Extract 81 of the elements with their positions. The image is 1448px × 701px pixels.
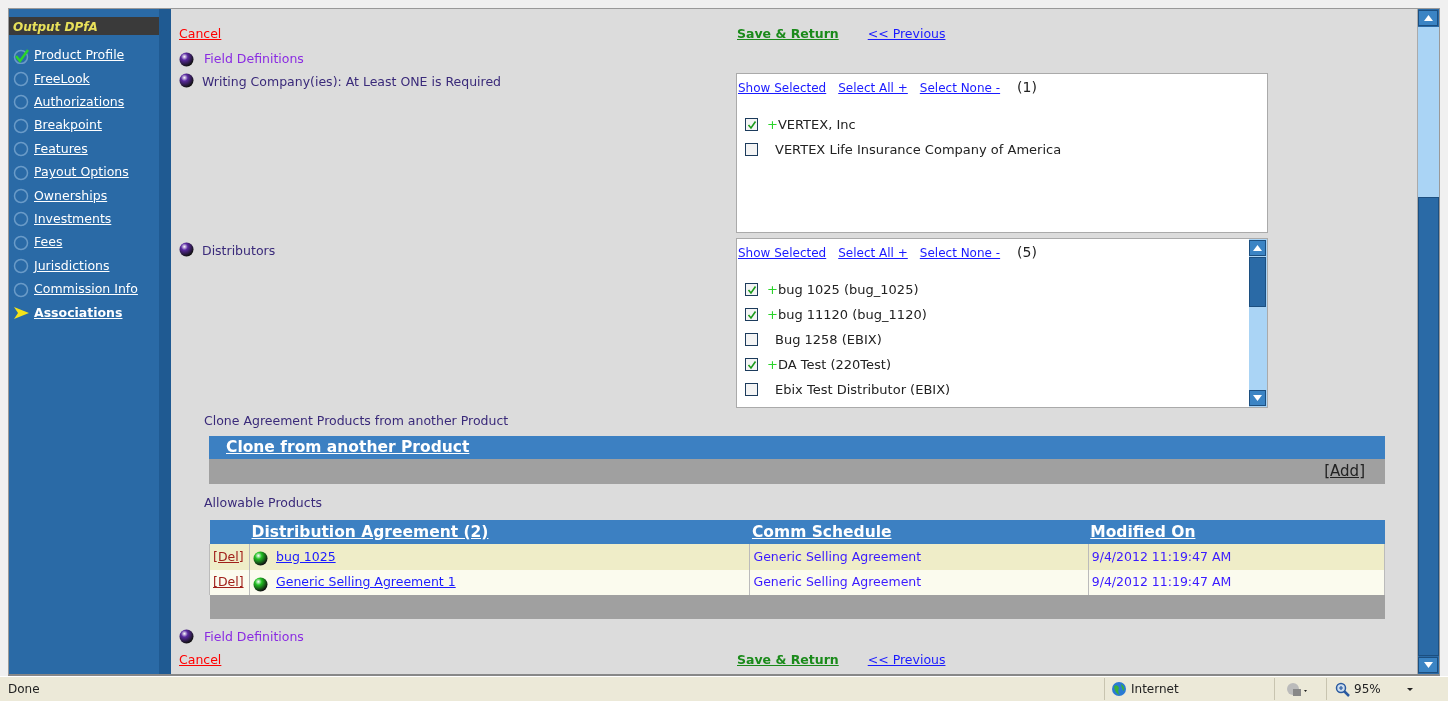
status-text: Done	[7, 681, 41, 698]
save-return-link[interactable]: Save & Return	[737, 650, 839, 670]
nav-link-item[interactable]: Fees	[34, 233, 63, 253]
cancel-link[interactable]: Cancel	[179, 25, 737, 45]
bullet-icon	[179, 73, 194, 89]
save-return-link[interactable]: Save & Return	[737, 25, 839, 45]
section-label: Clone Agreement Products from another Product	[204, 412, 510, 431]
clone-link[interactable]: Clone from another Product	[226, 435, 470, 459]
checkbox[interactable]	[745, 118, 758, 132]
checkbox[interactable]	[745, 333, 758, 347]
field-label: Distributors	[202, 242, 276, 261]
scroll-down-button[interactable]	[1418, 657, 1438, 673]
bullet-icon	[179, 242, 194, 258]
scroll-thumb[interactable]	[1418, 197, 1439, 656]
option-label: VERTEX Life Insurance Company of America	[774, 141, 1062, 160]
nav-link-item[interactable]: Ownerships	[34, 186, 108, 206]
field-label: Writing Company(ies): At Least ONE is Required	[202, 73, 502, 92]
sidebar-title: Output DPfA	[9, 17, 159, 35]
scroll-up-button[interactable]	[1418, 10, 1438, 26]
selected-count: (5)	[1017, 243, 1037, 263]
nav-link-item[interactable]: Authorizations	[34, 93, 125, 112]
nav-link-item[interactable]: Commission Info	[34, 280, 138, 299]
help-icon	[179, 52, 194, 68]
column-header: Modified On	[1088, 520, 1385, 545]
column-header: Distribution Agreement (2)	[249, 520, 750, 545]
add-link[interactable]: [Add]	[1324, 460, 1365, 483]
field-definitions-link[interactable]: Field Definitions	[204, 50, 304, 70]
list-action-link[interactable]: Select None -	[919, 78, 1001, 97]
checkbox[interactable]	[745, 383, 758, 397]
option-label: +bug 1025 (bug_1025)	[767, 281, 919, 300]
table-cell: Generic Selling Agreement	[749, 544, 1089, 570]
list-action-link[interactable]: Select All +	[838, 243, 908, 262]
checkbox[interactable]	[745, 143, 758, 157]
option-label: Ebix Test Distributor (EBIX)	[774, 381, 951, 400]
agreement-link[interactable]: Generic Selling Agreement 1	[276, 573, 456, 592]
scroll-up-button[interactable]	[1249, 240, 1266, 257]
option-label: +DA Test (220Test)	[767, 356, 891, 375]
zone-text: Internet	[1131, 681, 1179, 698]
delete-link[interactable]: [Del]	[213, 548, 244, 564]
status-icon	[253, 576, 269, 592]
list-action-link[interactable]: Select None -	[919, 243, 1001, 262]
previous-link[interactable]: << Previous	[867, 25, 946, 45]
down-arrow-icon	[1423, 662, 1433, 668]
table-cell: 9/4/2012 11:19:47 AM	[1088, 544, 1385, 570]
checkbox[interactable]	[745, 358, 758, 372]
option-label: +bug 11120 (bug_1120)	[767, 306, 927, 325]
nav-link-item[interactable]: Payout Options	[34, 163, 129, 182]
column-header: Comm Schedule	[749, 520, 1089, 545]
section-label: Allowable Products	[204, 493, 324, 512]
caret-icon	[1406, 687, 1413, 691]
nav-link-item[interactable]: FreeLook	[34, 69, 90, 89]
scroll-thumb[interactable]	[1249, 257, 1266, 308]
globe-icon	[1111, 681, 1127, 697]
nav-link-item[interactable]: Breakpoint	[34, 116, 102, 136]
nav-link-item[interactable]: Product Profile	[34, 46, 125, 66]
selected-count: (1)	[1017, 78, 1037, 98]
delete-link[interactable]: [Del]	[213, 574, 244, 590]
nav-link-item[interactable]: Jurisdictions	[34, 256, 110, 276]
option-label: +VERTEX, Inc	[767, 116, 856, 135]
checkbox[interactable]	[745, 308, 758, 322]
checkbox[interactable]	[745, 283, 758, 297]
list-action-link[interactable]: Show Selected	[738, 78, 827, 97]
list-action-link[interactable]: Show Selected	[738, 243, 827, 262]
previous-link[interactable]: << Previous	[867, 650, 946, 670]
help-icon	[179, 629, 194, 645]
up-arrow-icon	[1253, 245, 1262, 252]
down-arrow-icon	[1253, 395, 1262, 402]
field-definitions-link[interactable]: Field Definitions	[204, 627, 304, 647]
nav-link-item[interactable]: Features	[34, 139, 88, 159]
option-label: Bug 1258 (EBIX)	[774, 331, 882, 350]
list-action-link[interactable]: Select All +	[838, 78, 908, 97]
cancel-link[interactable]: Cancel	[179, 650, 737, 670]
security-icon	[1285, 681, 1309, 697]
scroll-down-button[interactable]	[1249, 390, 1266, 407]
agreement-link[interactable]: bug 1025	[276, 547, 336, 567]
zoom-level: 95%	[1354, 681, 1381, 698]
up-arrow-icon	[1423, 15, 1433, 21]
nav-link-item[interactable]: Investments	[34, 210, 112, 229]
nav-link-item[interactable]: Associations	[34, 303, 123, 323]
status-icon	[253, 551, 269, 567]
zoom-icon	[1335, 681, 1350, 697]
